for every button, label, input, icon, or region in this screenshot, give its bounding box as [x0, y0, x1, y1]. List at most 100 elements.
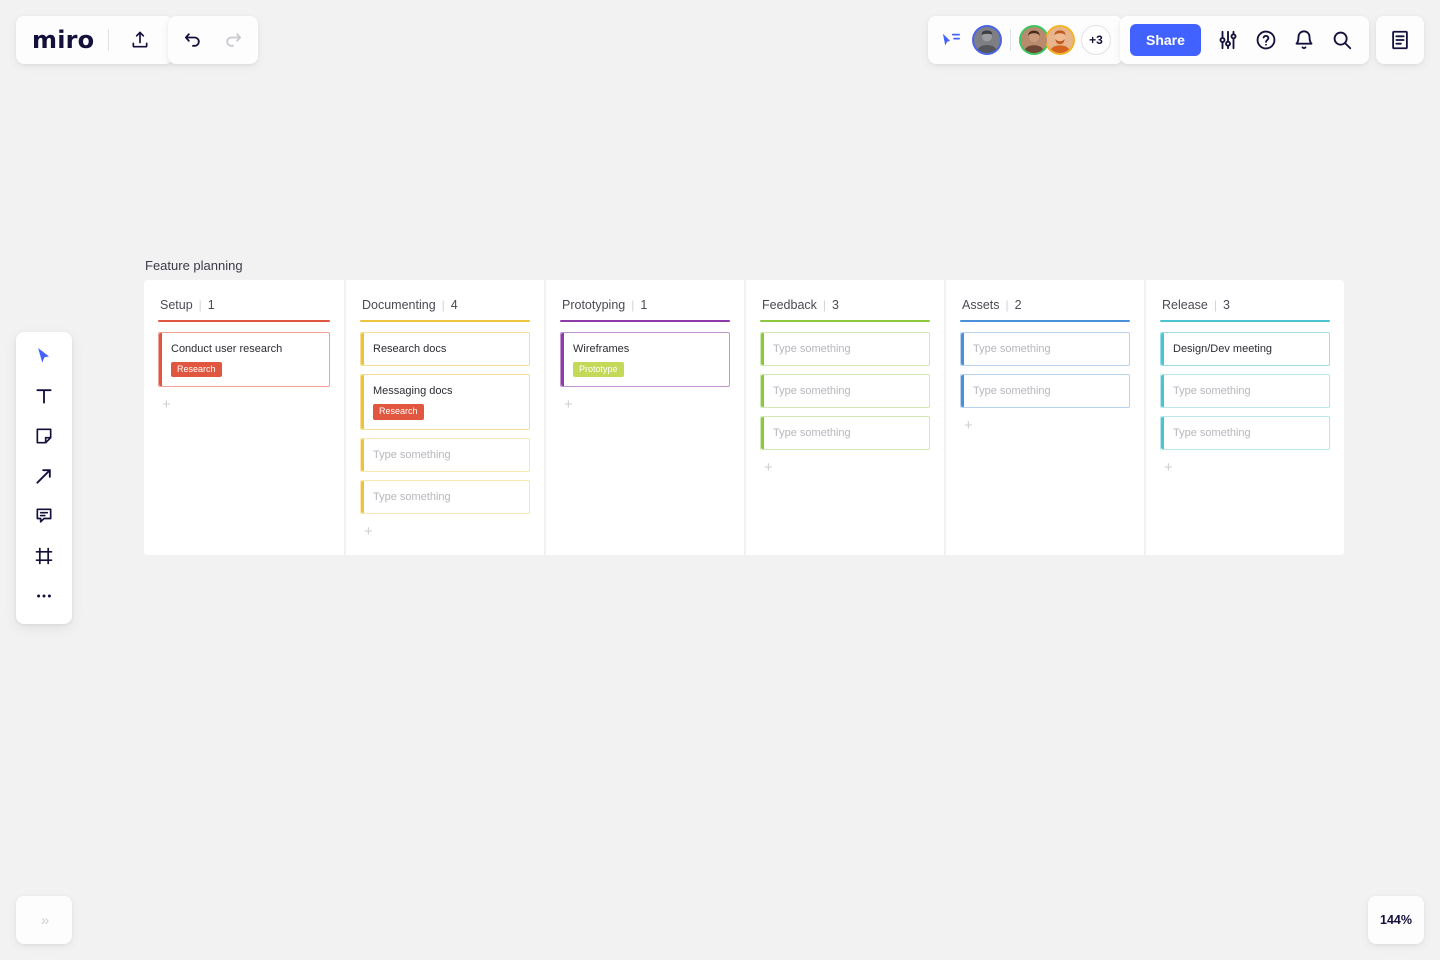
card-placeholder[interactable]: Type something	[1173, 384, 1319, 398]
column-accent-rule	[560, 320, 730, 322]
redo-icon	[223, 30, 243, 50]
card-title[interactable]: Messaging docs	[373, 384, 519, 398]
column-header: Release | 3	[1160, 294, 1330, 312]
card-placeholder[interactable]: Type something	[1173, 426, 1319, 440]
avatar-user-3[interactable]	[1045, 25, 1075, 55]
board-settings-button[interactable]	[1211, 23, 1245, 57]
kanban-card[interactable]: Wireframes Prototype	[560, 331, 730, 388]
expand-panel-button[interactable]: »	[16, 896, 72, 944]
card-accent-bar	[159, 332, 162, 387]
column-title[interactable]: Assets	[962, 298, 1000, 312]
card-accent-bar	[1161, 417, 1164, 450]
tool-sticky-note[interactable]	[24, 422, 64, 454]
column-title[interactable]: Prototyping	[562, 298, 625, 312]
card-placeholder[interactable]: Type something	[973, 342, 1119, 356]
cursor-share-icon[interactable]	[940, 31, 962, 49]
add-card-button[interactable]: +	[1160, 458, 1178, 481]
tool-comment[interactable]	[24, 502, 64, 534]
card-accent-bar	[961, 332, 964, 365]
card-placeholder[interactable]: Type something	[973, 384, 1119, 398]
column-card-count: 4	[450, 298, 458, 312]
column-count-separator: |	[441, 298, 445, 312]
column-header: Documenting | 4	[360, 294, 530, 312]
add-card-button[interactable]: +	[158, 395, 176, 418]
card-accent-bar	[361, 332, 364, 365]
actions-bar: Share	[1120, 16, 1369, 64]
card-placeholder[interactable]: Type something	[373, 490, 519, 504]
add-card-button[interactable]: +	[760, 458, 778, 481]
add-card-button[interactable]: +	[960, 416, 978, 439]
notifications-button[interactable]	[1287, 23, 1321, 57]
kanban-card[interactable]: Type something	[1160, 373, 1330, 409]
board-title: Feature planning	[145, 258, 243, 273]
avatar-user-1[interactable]	[972, 25, 1002, 55]
kanban-card[interactable]: Messaging docs Research	[360, 373, 530, 430]
column-title[interactable]: Documenting	[362, 298, 436, 312]
logo-bar: miro	[16, 16, 174, 64]
tool-frame[interactable]	[24, 542, 64, 574]
column-title[interactable]: Release	[1162, 298, 1208, 312]
chevron-double-right-icon: »	[40, 911, 49, 929]
tool-more[interactable]	[24, 582, 64, 614]
redo-button[interactable]	[216, 23, 250, 57]
notes-panel-button[interactable]	[1383, 23, 1417, 57]
tool-select[interactable]	[24, 342, 64, 374]
divider	[1010, 29, 1011, 51]
arrow-icon	[34, 466, 54, 491]
text-icon	[34, 386, 54, 411]
kanban-card[interactable]: Type something	[960, 331, 1130, 366]
column-count-separator: |	[631, 298, 635, 312]
card-accent-bar	[761, 332, 764, 365]
help-button[interactable]	[1249, 23, 1283, 57]
card-placeholder[interactable]: Type something	[773, 384, 919, 398]
column-count-separator: |	[1005, 298, 1009, 312]
card-accent-bar	[761, 417, 764, 450]
kanban-card[interactable]: Type something	[1160, 416, 1330, 451]
undo-button[interactable]	[176, 23, 210, 57]
column-title[interactable]: Feedback	[762, 298, 817, 312]
kanban-card[interactable]: Conduct user research Research	[158, 331, 330, 388]
sticky-note-icon	[34, 426, 54, 451]
column-count-separator: |	[822, 298, 827, 312]
add-card-button[interactable]: +	[560, 395, 578, 418]
column-title[interactable]: Setup	[160, 298, 193, 312]
kanban-card[interactable]: Type something	[760, 331, 930, 366]
card-accent-bar	[961, 374, 964, 408]
miro-logo[interactable]: miro	[32, 28, 94, 52]
kanban-column-setup: Setup | 1 Conduct user research Research +	[144, 280, 344, 556]
tool-text[interactable]	[24, 382, 64, 414]
tool-arrow[interactable]	[24, 462, 64, 494]
card-tag[interactable]: Research	[373, 404, 424, 420]
column-count-separator: |	[1213, 298, 1217, 312]
column-accent-rule	[360, 320, 530, 322]
kanban-card[interactable]: Research docs	[360, 331, 530, 366]
kanban-card[interactable]: Type something	[760, 373, 930, 409]
card-placeholder[interactable]: Type something	[773, 342, 919, 356]
card-tag[interactable]: Research	[171, 361, 222, 378]
card-title[interactable]: Research docs	[373, 342, 519, 356]
card-accent-bar	[761, 374, 764, 408]
kanban-card[interactable]: Design/Dev meeting	[1160, 331, 1330, 366]
avatar-overflow-count[interactable]: +3	[1081, 25, 1111, 55]
card-accent-bar	[1161, 332, 1164, 365]
kanban-card[interactable]: Type something	[760, 416, 930, 451]
card-title[interactable]: Wireframes	[573, 342, 719, 356]
sliders-icon	[1217, 29, 1239, 51]
card-title[interactable]: Conduct user research	[171, 342, 319, 356]
card-tag[interactable]: Prototype	[573, 361, 624, 378]
card-title[interactable]: Design/Dev meeting	[1173, 342, 1319, 356]
add-card-button[interactable]: +	[360, 522, 378, 545]
share-button[interactable]: Share	[1130, 24, 1201, 56]
search-button[interactable]	[1325, 23, 1359, 57]
notes-panel-icon	[1389, 29, 1411, 51]
card-placeholder[interactable]: Type something	[373, 448, 519, 462]
avatar-user-2[interactable]	[1019, 25, 1049, 55]
column-card-count: 3	[832, 298, 839, 312]
kanban-card[interactable]: Type something	[960, 373, 1130, 409]
zoom-level-indicator[interactable]: 144%	[1368, 896, 1424, 944]
card-placeholder[interactable]: Type something	[773, 426, 919, 440]
kanban-card[interactable]: Type something	[360, 480, 530, 515]
column-header: Prototyping | 1	[560, 294, 730, 312]
upload-button[interactable]	[123, 23, 157, 57]
kanban-card[interactable]: Type something	[360, 437, 530, 473]
